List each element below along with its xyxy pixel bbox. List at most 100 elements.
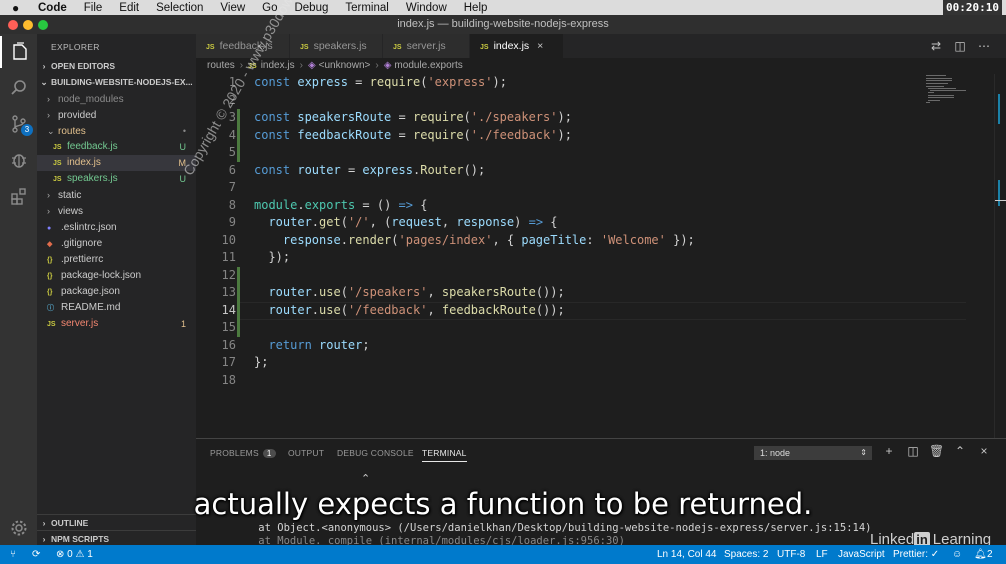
terminal-select[interactable]: 1: node ⇕ [754, 446, 872, 460]
sync-icon[interactable]: ⟳ [32, 545, 40, 564]
info-icon: ⓘ [47, 305, 54, 312]
close-window-button[interactable] [8, 19, 18, 30]
zoom-window-button[interactable] [38, 19, 48, 30]
tree-item-provided[interactable]: › provided [37, 107, 196, 123]
line-number: 8 [228, 197, 236, 212]
maximize-panel-icon[interactable]: ⌃ [953, 444, 967, 458]
tab-output[interactable]: OUTPUT [288, 448, 324, 458]
search-icon[interactable] [0, 72, 37, 104]
breadcrumb: routes › JS index.js › ◈ <unknown> › ◈ module.exp… [196, 58, 1006, 74]
tree-item-node-modules[interactable]: › node_modules [37, 91, 196, 107]
close-tab-icon[interactable]: × [537, 40, 543, 52]
js-file-icon: JS [53, 144, 62, 151]
tree-item-prettierrc[interactable]: {} .prettierrc [37, 252, 196, 268]
close-panel-icon[interactable]: × [977, 444, 991, 458]
menu-terminal[interactable]: Terminal [345, 2, 388, 14]
tree-item-package-json[interactable]: {} package.json [37, 284, 196, 300]
tree-item-gitignore[interactable]: ◆ .gitignore [37, 236, 196, 252]
problems-status[interactable]: ⊗ 0 ⚠ 1 [56, 545, 93, 564]
modified-gutter-marker [237, 266, 240, 284]
breadcrumb-index-js[interactable]: index.js [261, 60, 295, 71]
menu-code[interactable]: Code [38, 2, 67, 14]
extensions-icon[interactable] [0, 180, 37, 212]
code-line[interactable]: }; [254, 354, 268, 372]
code-line[interactable]: const speakersRoute = require('./speaker… [254, 109, 572, 127]
prettier-status[interactable]: Prettier: ✓ [893, 545, 939, 564]
explorer-sidebar: EXPLORER › OPEN EDITORS ⌄ BUILDING-WEBSITE… [37, 34, 196, 545]
line-number: 12 [221, 267, 236, 282]
code-line[interactable]: module.exports = () => { [254, 197, 427, 215]
minimize-window-button[interactable] [23, 19, 33, 30]
code-editor[interactable]: 1 2 3 4 5 6 7 8 9 10 11 12 13 14 15 16 17 18 const expres… [196, 74, 1006, 438]
eslint-icon: ● [47, 225, 52, 232]
menu-window[interactable]: Window [406, 2, 447, 14]
more-actions-icon[interactable]: ⋯ [977, 39, 991, 53]
project-section[interactable]: ⌄ BUILDING-WEBSITE-NODEJS-EX... [37, 74, 196, 90]
tree-item-eslintrc[interactable]: ● .eslintrc.json [37, 220, 196, 236]
menu-file[interactable]: File [84, 2, 103, 14]
menu-selection[interactable]: Selection [156, 2, 203, 14]
tree-item-server-js[interactable]: JS server.js 1 [37, 316, 196, 332]
tree-item-speakers-js[interactable]: JS speakers.js U [37, 171, 196, 187]
tab-problems[interactable]: PROBLEMS 1 [210, 448, 276, 458]
menu-debug[interactable]: Debug [294, 2, 328, 14]
modified-gutter-marker [237, 301, 240, 319]
split-terminal-icon[interactable]: ◫ [906, 444, 920, 458]
code-line[interactable]: response.render('pages/index', { pageTit… [254, 232, 695, 250]
menu-help[interactable]: Help [464, 2, 488, 14]
source-control-icon[interactable]: 3 [0, 108, 37, 140]
tab-server-js[interactable]: JS server.js [383, 34, 469, 58]
apple-icon[interactable]: ● [12, 1, 28, 15]
tree-item-package-lock[interactable]: {} package-lock.json [37, 268, 196, 284]
git-icon: ◆ [47, 241, 53, 248]
cursor-position[interactable]: Ln 14, Col 44 [657, 545, 717, 564]
code-line[interactable]: router.get('/', (request, response) => { [254, 214, 557, 232]
menu-edit[interactable]: Edit [119, 2, 139, 14]
trash-icon[interactable]: 🗑 [929, 444, 944, 458]
minimap[interactable] [924, 74, 994, 114]
npm-scripts-section[interactable]: › NPM SCRIPTS [37, 530, 196, 546]
json-icon: {} [47, 273, 53, 280]
terminal-line: at Object.<anonymous> (/Users/danielkhan… [233, 522, 872, 534]
tab-index-js[interactable]: JS index.js × [470, 34, 563, 58]
tree-item-feedback-js[interactable]: JS feedback.js U [37, 139, 196, 155]
breadcrumb-module-exports[interactable]: module.exports [394, 60, 462, 71]
code-line[interactable]: const express = require('express'); [254, 74, 507, 92]
code-line[interactable]: const feedbackRoute = require('./feedbac… [254, 127, 572, 145]
explorer-icon[interactable] [0, 36, 37, 68]
code-line[interactable]: const router = express.Router(); [254, 162, 485, 180]
indentation-status[interactable]: Spaces: 2 [724, 545, 768, 564]
chevron-right-icon: › [299, 60, 303, 71]
code-line[interactable]: }); [254, 249, 290, 267]
tree-item-readme[interactable]: ⓘ README.md [37, 300, 196, 316]
tree-item-static[interactable]: › static [37, 187, 196, 203]
breadcrumb-unknown[interactable]: <unknown> [319, 60, 371, 71]
tab-terminal[interactable]: TERMINAL [422, 448, 467, 462]
code-line[interactable]: return router; [254, 337, 369, 355]
split-editor-icon[interactable]: ◫ [953, 39, 967, 53]
tree-item-index-js[interactable]: JS index.js M [37, 155, 196, 171]
tab-feedback-js[interactable]: JS feedback.js [196, 34, 289, 58]
breadcrumb-routes[interactable]: routes [207, 60, 235, 71]
new-terminal-icon[interactable]: + [882, 444, 896, 458]
menu-view[interactable]: View [220, 2, 245, 14]
code-line[interactable]: router.use('/feedback', feedbackRoute())… [254, 302, 564, 320]
editor-scrollbar[interactable] [994, 74, 1006, 438]
notifications-bell-icon[interactable]: 🔔︎ [974, 545, 987, 564]
chevron-up-icon: ⌃ [361, 473, 371, 485]
tree-item-routes[interactable]: ⌄ routes • [37, 123, 196, 139]
language-mode[interactable]: JavaScript [838, 545, 885, 564]
line-number: 10 [221, 232, 236, 247]
tree-item-views[interactable]: › views [37, 203, 196, 219]
open-editors-section[interactable]: › OPEN EDITORS [37, 58, 196, 74]
tab-speakers-js[interactable]: JS speakers.js [290, 34, 382, 58]
symbol-icon: ◈ [383, 60, 392, 71]
code-line[interactable]: router.use('/speakers', speakersRoute())… [254, 284, 564, 302]
git-branch-icon[interactable]: ⑂ [10, 545, 16, 564]
feedback-smiley-icon[interactable]: ☺ [952, 545, 962, 564]
tab-debug-console[interactable]: DEBUG CONSOLE [337, 448, 414, 458]
encoding-status[interactable]: UTF-8 [777, 545, 805, 564]
eol-status[interactable]: LF [816, 545, 828, 564]
debug-icon[interactable] [0, 144, 37, 176]
git-compare-icon[interactable]: ⇄ [929, 39, 943, 53]
